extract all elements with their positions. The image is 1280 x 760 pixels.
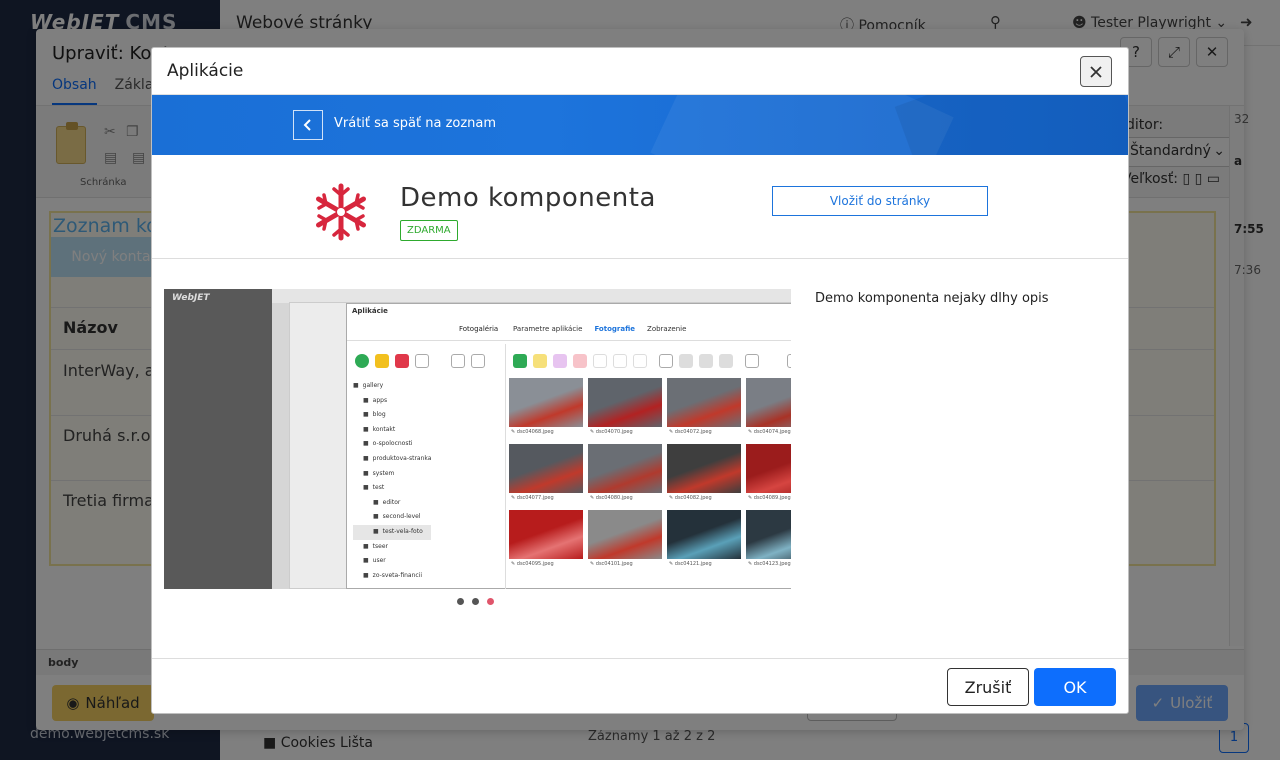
back-banner: Vrátiť sa späť na zoznam <box>152 95 1128 155</box>
gallery-image: ✎ dsc04123.jpeg <box>746 510 791 567</box>
image-filename: ✎ dsc04089.jpeg <box>748 495 791 501</box>
gallery-image: ✎ dsc04082.jpeg <box>667 444 741 501</box>
image-filename: ✎ dsc04121.jpeg <box>669 561 712 567</box>
gallery-image: ✎ dsc04072.jpeg <box>667 378 741 435</box>
screenshot-slider[interactable]: WebJET Aplikácie Fotogaléria Parametre a… <box>164 289 791 589</box>
gallery-image: ✎ dsc04089.jpeg <box>746 444 791 501</box>
ok-button[interactable]: OK <box>1034 668 1116 706</box>
tree-folder: test <box>353 481 431 496</box>
image-filename: ✎ dsc04123.jpeg <box>748 561 791 567</box>
image-filename: ✎ dsc04077.jpeg <box>511 495 554 501</box>
gallery-image: ✎ dsc04095.jpeg <box>509 510 583 567</box>
slider-dots <box>457 598 494 605</box>
cancel-button[interactable]: Zrušiť <box>947 668 1029 706</box>
image-grid: ✎ dsc04068.jpeg ✎ dsc04070.jpeg ✎ dsc04072… <box>509 378 791 567</box>
gallery-image: ✎ dsc04074.jpeg <box>746 378 791 435</box>
modal-body: WebJET Aplikácie Fotogaléria Parametre a… <box>152 260 1128 658</box>
image-filename: ✎ dsc04072.jpeg <box>669 429 712 435</box>
image-filename: ✎ dsc04074.jpeg <box>748 429 791 435</box>
insert-into-page-button[interactable]: Vložiť do stránky <box>772 186 988 216</box>
back-button[interactable] <box>293 110 323 140</box>
slider-dot[interactable] <box>457 598 464 605</box>
gallery-image: ✎ dsc04077.jpeg <box>509 444 583 501</box>
price-badge: ZDARMA <box>400 220 458 241</box>
tree-folder: tseer <box>353 540 431 555</box>
slide-dialog: Aplikácie Fotogaléria Parametre aplikáci… <box>346 303 791 589</box>
app-name: Demo komponenta <box>400 183 656 213</box>
applications-modal: Aplikácie Vrátiť sa späť na zoznam Demo … <box>151 47 1129 714</box>
gallery-image: ✎ dsc04068.jpeg <box>509 378 583 435</box>
back-link[interactable]: Vrátiť sa späť na zoznam <box>334 116 496 131</box>
slider-dot[interactable] <box>487 598 494 605</box>
chevron-left-icon <box>303 119 311 131</box>
folder-tree: galleryappsblogkontakto-spolocnostiprodu… <box>353 379 432 584</box>
modal-footer: Zrušiť OK <box>152 658 1128 713</box>
tree-folder: produktova-stranka <box>353 452 432 467</box>
image-filename: ✎ dsc04082.jpeg <box>669 495 712 501</box>
tree-folder: second-level <box>353 510 431 525</box>
image-filename: ✎ dsc04101.jpeg <box>590 561 633 567</box>
tree-folder: blog <box>353 408 431 423</box>
close-icon <box>1090 65 1102 78</box>
tree-folder: kontakt <box>353 423 431 438</box>
tree-folder: gallery <box>353 379 431 394</box>
modal-header: Aplikácie <box>152 48 1128 95</box>
image-filename: ✎ dsc04068.jpeg <box>511 429 554 435</box>
gallery-image: ✎ dsc04101.jpeg <box>588 510 662 567</box>
close-button[interactable] <box>1080 56 1112 87</box>
slider-dot[interactable] <box>472 598 479 605</box>
slide-image: WebJET Aplikácie Fotogaléria Parametre a… <box>164 289 791 589</box>
tree-folder: zo-sveta-financii <box>353 569 431 584</box>
tree-folder: o-spolocnosti <box>353 437 431 452</box>
tree-folder: test-vela-foto <box>353 524 432 540</box>
tree-folder: editor <box>353 496 431 511</box>
app-description: Demo komponenta nejaky dlhy opis <box>815 291 1049 306</box>
image-filename: ✎ dsc04070.jpeg <box>590 429 633 435</box>
tree-folder: user <box>353 554 431 569</box>
gallery-image: ✎ dsc04121.jpeg <box>667 510 741 567</box>
tree-folder: system <box>353 467 431 482</box>
image-filename: ✎ dsc04095.jpeg <box>511 561 554 567</box>
snowflake-icon <box>316 183 366 241</box>
app-header-section: Demo komponenta ZDARMA Vložiť do stránky <box>152 155 1128 259</box>
gallery-image: ✎ dsc04080.jpeg <box>588 444 662 501</box>
modal-title: Aplikácie <box>167 61 244 81</box>
gallery-image: ✎ dsc04070.jpeg <box>588 378 662 435</box>
tree-folder: apps <box>353 394 431 409</box>
image-filename: ✎ dsc04080.jpeg <box>590 495 633 501</box>
